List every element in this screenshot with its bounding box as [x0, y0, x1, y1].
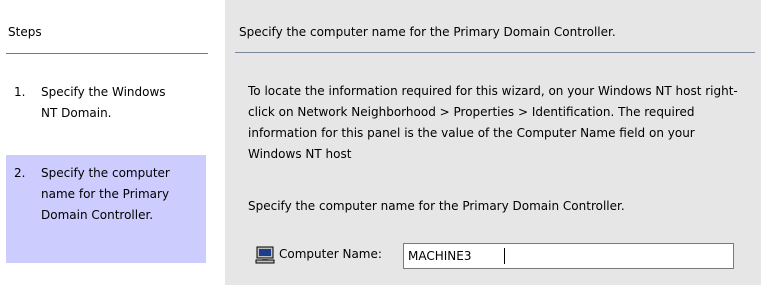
step-number: 2.: [14, 166, 26, 180]
description-text: To locate the information required for t…: [248, 84, 738, 161]
step-item-specify-computer-name: 2. Specify the computer name for the Pri…: [6, 155, 206, 263]
content-panel: Specify the computer name for the Primar…: [225, 0, 761, 285]
steps-panel: Steps 1. Specify the Windows NT Domain. …: [0, 0, 210, 285]
computer-name-label: Computer Name:: [279, 247, 382, 261]
computer-name-field-row: Computer Name:: [255, 242, 745, 270]
title-divider: [235, 52, 755, 53]
step-item-specify-domain: 1. Specify the Windows NT Domain.: [6, 74, 206, 150]
step-number: 1.: [14, 85, 26, 99]
step-label: Specify the Windows NT Domain.: [41, 85, 166, 120]
computer-name-input[interactable]: [403, 243, 734, 269]
panel-title: Specify the computer name for the Primar…: [239, 25, 616, 39]
step-label: Specify the computer name for the Primar…: [41, 166, 170, 222]
computer-icon: [255, 246, 275, 264]
instruction-text: Specify the computer name for the Primar…: [248, 199, 625, 213]
text-cursor: [504, 248, 505, 264]
steps-header: Steps: [8, 25, 42, 39]
steps-divider: [6, 53, 208, 54]
wizard-dialog: Steps 1. Specify the Windows NT Domain. …: [0, 0, 761, 285]
